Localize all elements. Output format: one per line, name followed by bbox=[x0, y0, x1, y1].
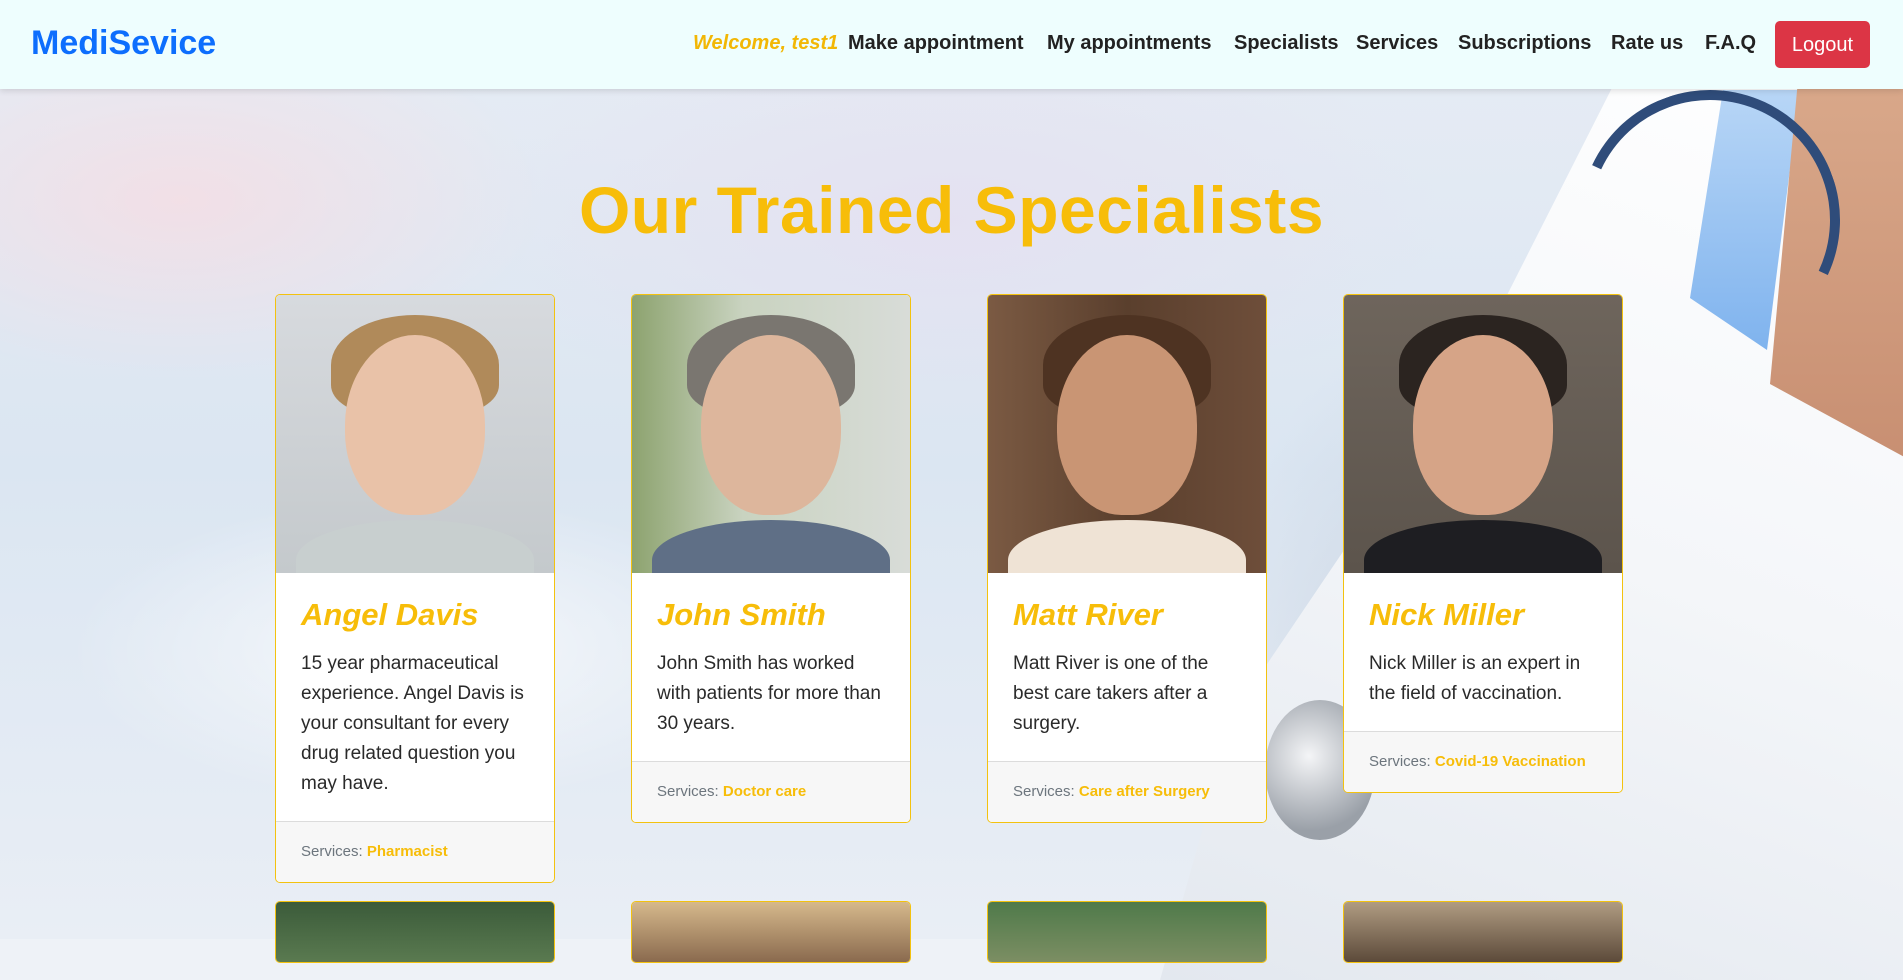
service-name: Pharmacist bbox=[366, 843, 448, 860]
specialist-name: John Smith bbox=[657, 597, 826, 632]
specialist-description: 15 year pharmaceutical experience. Angel… bbox=[301, 653, 524, 794]
specialist-photo bbox=[276, 295, 554, 573]
welcome-message: Welcome, test1 bbox=[693, 32, 839, 54]
specialist-description: John Smith has worked with patients for … bbox=[657, 653, 881, 734]
specialist-name: Nick Miller bbox=[1369, 597, 1525, 632]
services-label: Services: bbox=[1369, 753, 1431, 770]
logout-button[interactable]: Logout bbox=[1775, 21, 1870, 68]
page-title: Our Trained Specialists bbox=[578, 173, 1325, 247]
nav-specialists[interactable]: Specialists bbox=[1234, 32, 1339, 55]
specialist-photo bbox=[1344, 295, 1622, 573]
specialist-card: Matt River Matt River is one of the best… bbox=[987, 294, 1267, 823]
services-label: Services: bbox=[657, 783, 719, 800]
specialist-card bbox=[631, 901, 911, 963]
services-label: Services: bbox=[1013, 783, 1075, 800]
specialist-card: Nick Miller Nick Miller is an expert in … bbox=[1343, 294, 1623, 793]
nav-services[interactable]: Services bbox=[1356, 32, 1438, 55]
services-label: Services: bbox=[301, 843, 363, 860]
service-name: Care after Surgery bbox=[1078, 783, 1210, 800]
top-navbar: MediSevice Welcome, test1 Make appointme… bbox=[0, 0, 1903, 89]
card-footer: Services: Care after Surgery bbox=[988, 761, 1266, 822]
specialist-card bbox=[987, 901, 1267, 963]
specialist-photo bbox=[1344, 902, 1622, 962]
service-name: Covid-19 Vaccination bbox=[1434, 753, 1586, 770]
specialist-photo bbox=[276, 902, 554, 962]
card-footer: Services: Doctor care bbox=[632, 761, 910, 822]
specialist-photo bbox=[632, 295, 910, 573]
specialist-card bbox=[1343, 901, 1623, 963]
specialist-card: John Smith John Smith has worked with pa… bbox=[631, 294, 911, 823]
specialist-description: Matt River is one of the best care taker… bbox=[1013, 653, 1209, 734]
specialist-description: Nick Miller is an expert in the field of… bbox=[1369, 653, 1581, 704]
card-footer: Services: Pharmacist bbox=[276, 821, 554, 882]
nav-make-appointment[interactable]: Make appointment bbox=[848, 32, 1024, 55]
nav-rate-us[interactable]: Rate us bbox=[1611, 32, 1683, 55]
specialist-photo bbox=[988, 902, 1266, 962]
specialist-card bbox=[275, 901, 555, 963]
card-footer: Services: Covid-19 Vaccination bbox=[1344, 731, 1622, 792]
service-name: Doctor care bbox=[722, 783, 807, 800]
specialist-photo bbox=[988, 295, 1266, 573]
specialist-photo bbox=[632, 902, 910, 962]
nav-faq[interactable]: F.A.Q bbox=[1705, 32, 1756, 55]
specialist-card: Angel Davis 15 year pharmaceutical exper… bbox=[275, 294, 555, 883]
nav-subscriptions[interactable]: Subscriptions bbox=[1458, 32, 1591, 55]
brand-logo[interactable]: MediSevice bbox=[31, 24, 216, 63]
specialist-name: Angel Davis bbox=[301, 597, 479, 632]
nav-my-appointments[interactable]: My appointments bbox=[1047, 32, 1211, 55]
specialist-name: Matt River bbox=[1013, 597, 1163, 632]
